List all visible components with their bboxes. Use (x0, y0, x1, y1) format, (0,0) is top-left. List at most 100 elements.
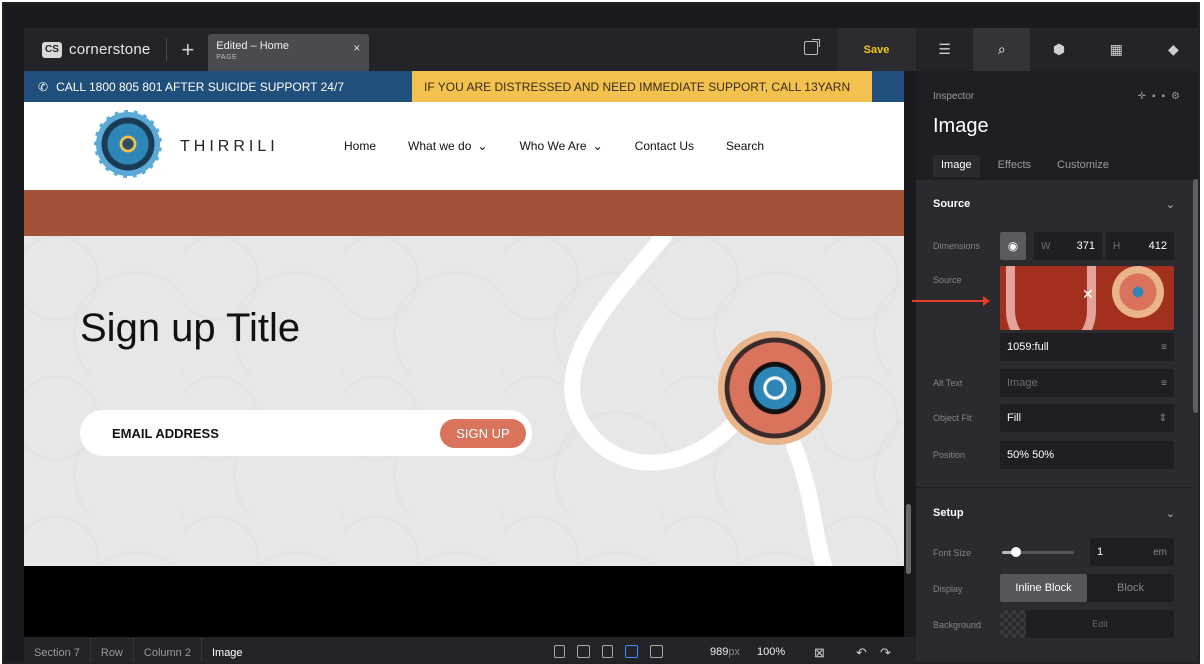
tab-image[interactable]: Image (933, 155, 980, 177)
app-name: cornerstone (69, 41, 151, 58)
viewport-width-unit: px (728, 646, 740, 658)
suicide-support-banner[interactable]: ✆ CALL 1800 805 801 AFTER SUICIDE SUPPOR… (24, 71, 412, 102)
breadcrumb-column[interactable]: Column 2 (134, 637, 202, 662)
desktop-view-icon[interactable] (650, 645, 663, 658)
sign-up-button[interactable]: SIGN UP (440, 419, 526, 448)
h-label: H (1113, 240, 1121, 252)
chevron-down-icon: ⌄ (592, 139, 603, 153)
search-icon[interactable]: ⌕ (973, 28, 1031, 71)
tablet-view-icon[interactable] (602, 645, 613, 658)
chevron-down-icon: ⌄ (1165, 507, 1175, 520)
nav-label: What we do (408, 139, 472, 153)
alt-text-input[interactable]: Image ≡ (1000, 369, 1174, 397)
font-size-value: 1 (1097, 546, 1104, 558)
width-value: 371 (1076, 240, 1095, 252)
document-tab[interactable]: Edited – Home PAGE × (208, 34, 370, 71)
layers-icon[interactable]: ☰ (916, 28, 973, 71)
laptop-view-icon[interactable] (625, 645, 638, 658)
stack-icon[interactable]: ◆ (1145, 28, 1198, 71)
nav-item-contact-us[interactable]: Contact Us (635, 139, 694, 153)
elements-icon[interactable]: ⬢ (1030, 28, 1087, 71)
open-external-icon[interactable] (804, 39, 820, 55)
panel-icon-bar: ☰ ⌕ ⬢ ▦ ◆ (916, 28, 1198, 71)
viewport-width-value: 989 (710, 646, 729, 658)
position-input[interactable]: 50% 50% (1000, 441, 1174, 469)
app-frame: CS cornerstone + Edited – Home PAGE × Sa… (2, 2, 1200, 664)
object-fit-select[interactable]: Fill ⇕ (1000, 404, 1174, 432)
source-section-header[interactable]: Source ⌄ (916, 189, 1192, 219)
site-header: THIRRILI Home What we do ⌄ Who We Are ⌄ Co… (24, 102, 904, 190)
background-field[interactable]: Edit (1000, 610, 1174, 638)
display-inline-block-option[interactable]: Inline Block (1000, 574, 1087, 602)
top-bar: CS cornerstone + Edited – Home PAGE × Sa… (24, 28, 916, 71)
inspector-tools[interactable]: ✛▪▪⚙ (1138, 91, 1186, 102)
slider-knob[interactable] (1011, 547, 1022, 557)
height-field[interactable]: H 412 (1106, 232, 1174, 260)
site-logo-image[interactable] (94, 110, 162, 178)
object-fit-value: Fill (1007, 412, 1022, 424)
display-toggle: Inline Block Block (1000, 574, 1174, 602)
site-nav: Home What we do ⌄ Who We Are ⌄ Contact Us … (344, 139, 796, 153)
add-tab-button[interactable]: + (181, 38, 194, 61)
display-block-option[interactable]: Block (1087, 574, 1174, 602)
phone-landscape-view-icon[interactable] (577, 645, 590, 658)
image-source-preview[interactable]: ✕ (1000, 266, 1174, 330)
background-edit-button[interactable]: Edit (1026, 610, 1174, 638)
background-swatch[interactable] (1000, 610, 1026, 638)
suicide-support-text: CALL 1800 805 801 AFTER SUICIDE SUPPORT … (56, 79, 344, 94)
breadcrumb-section[interactable]: Section 7 (24, 637, 91, 662)
code-icon[interactable]: ⊠ (814, 645, 825, 661)
phone-view-icon[interactable] (554, 645, 565, 658)
remove-image-icon[interactable]: ✕ (1082, 286, 1094, 303)
breadcrumb-image[interactable]: Image (202, 637, 253, 662)
chevron-down-icon: ⌄ (1165, 198, 1175, 211)
font-size-label: Font Size (933, 548, 972, 558)
annotation-arrow (912, 296, 990, 306)
viewport-width[interactable]: 989px (710, 646, 740, 658)
image-size-field[interactable]: 1059:full ≡ (1000, 333, 1174, 361)
email-signup-form[interactable]: EMAIL ADDRESS SIGN UP (80, 410, 532, 456)
email-input[interactable]: EMAIL ADDRESS (112, 426, 219, 441)
width-field[interactable]: W 371 (1034, 232, 1102, 260)
page-canvas[interactable]: ✆ CALL 1800 805 801 AFTER SUICIDE SUPPOR… (24, 71, 904, 637)
site-name: THIRRILI (180, 138, 279, 155)
font-size-slider[interactable] (1002, 547, 1074, 557)
font-size-input[interactable]: 1 em (1090, 538, 1174, 566)
dot-art-image[interactable] (718, 331, 832, 445)
signup-section[interactable]: Sign up Title EMAIL ADDRESS SIGN UP (24, 236, 904, 566)
breadcrumb: Section 7 Row Column 2 Image 989px 100% … (24, 637, 916, 662)
footer-section (24, 566, 904, 637)
font-size-unit: em (1153, 546, 1167, 558)
nav-item-who-we-are[interactable]: Who We Are ⌄ (519, 139, 602, 153)
list-icon: ≡ (1161, 377, 1167, 389)
breadcrumb-row[interactable]: Row (91, 637, 134, 662)
redo-icon[interactable]: ↷ (880, 645, 891, 661)
source-section-title: Source (933, 198, 971, 210)
zoom-level[interactable]: 100% (757, 646, 785, 658)
layout-icon[interactable]: ▦ (1088, 28, 1145, 71)
distress-support-banner[interactable]: IF YOU ARE DISTRESSED AND NEED IMMEDIATE… (412, 71, 872, 102)
hero-title: Sign up Title (80, 306, 301, 350)
save-button[interactable]: Save (837, 28, 916, 71)
app-logo[interactable]: CS cornerstone (24, 41, 150, 58)
tab-customize[interactable]: Customize (1049, 155, 1117, 177)
height-value: 412 (1148, 240, 1167, 252)
tab-effects[interactable]: Effects (990, 155, 1039, 177)
nav-item-home[interactable]: Home (344, 139, 376, 153)
canvas-scrollbar[interactable] (906, 504, 911, 574)
undo-icon[interactable]: ↶ (856, 645, 867, 661)
nav-item-search[interactable]: Search (726, 139, 764, 153)
inspector-scrollbar[interactable] (1193, 179, 1198, 413)
w-label: W (1041, 240, 1051, 252)
background-label: Background (933, 620, 982, 630)
section-divider (916, 487, 1192, 488)
chevron-down-icon: ⌄ (477, 139, 488, 153)
device-switcher (554, 645, 663, 658)
alt-text-label: Alt Text (933, 378, 963, 388)
setup-section-header[interactable]: Setup ⌄ (916, 498, 1192, 528)
logo-mark: CS (42, 41, 62, 58)
inspector-tabs: Image Effects Customize (933, 155, 1117, 177)
lock-ratio-icon[interactable]: ◉ (1000, 232, 1026, 260)
nav-item-what-we-do[interactable]: What we do ⌄ (408, 139, 487, 153)
close-tab-icon[interactable]: × (353, 41, 360, 55)
